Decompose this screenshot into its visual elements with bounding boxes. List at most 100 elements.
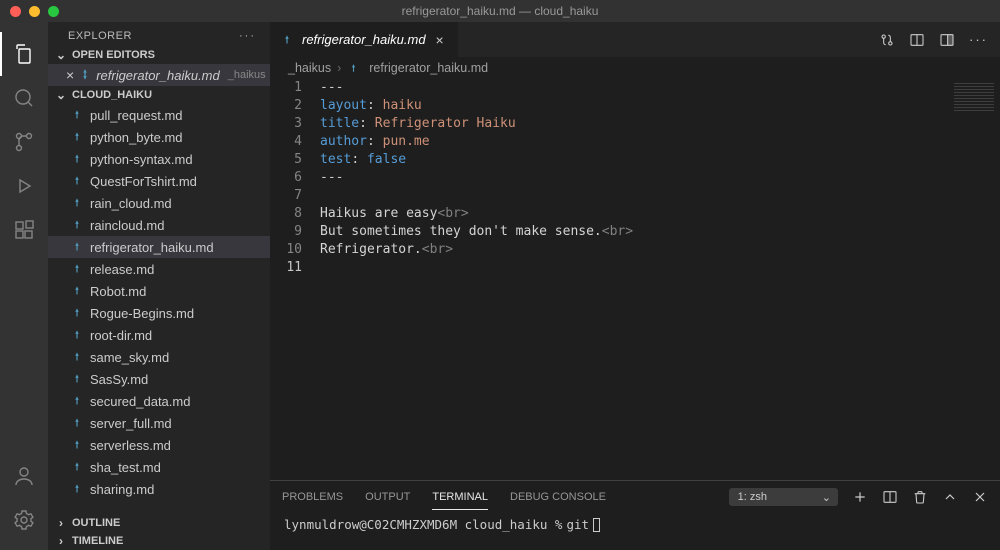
markdown-file-icon xyxy=(70,306,86,320)
folder-section[interactable]: ⌄ CLOUD_HAIKU xyxy=(48,86,270,104)
markdown-file-icon xyxy=(70,130,86,144)
markdown-file-icon xyxy=(70,372,86,386)
explorer-sidebar: EXPLORER ··· ⌄ OPEN EDITORS × refrigerat… xyxy=(48,22,270,550)
markdown-file-icon xyxy=(70,482,86,496)
terminal-body[interactable]: lynmuldrow@C02CMHZXMD6M cloud_haiku % gi… xyxy=(270,513,1000,536)
terminal-selector[interactable]: 1: zsh ⌄ xyxy=(729,488,838,506)
open-editors-label: OPEN EDITORS xyxy=(72,49,155,61)
chevron-right-icon: › xyxy=(54,516,68,530)
breadcrumb[interactable]: _haikus › refrigerator_haiku.md xyxy=(270,57,1000,79)
split-terminal-icon[interactable] xyxy=(882,489,898,505)
markdown-file-icon xyxy=(70,416,86,430)
close-panel-icon[interactable] xyxy=(972,489,988,505)
markdown-file-icon xyxy=(70,240,86,254)
file-item-label: Rogue-Begins.md xyxy=(90,306,194,321)
terminal-prompt: lynmuldrow@C02CMHZXMD6M cloud_haiku % xyxy=(284,517,562,532)
breadcrumb-folder[interactable]: _haikus xyxy=(288,61,331,75)
file-item-label: python-syntax.md xyxy=(90,152,193,167)
markdown-file-icon xyxy=(70,262,86,276)
editor-tab[interactable]: refrigerator_haiku.md × xyxy=(270,22,459,57)
file-item[interactable]: Rogue-Begins.md xyxy=(48,302,270,324)
debug-icon[interactable] xyxy=(0,164,48,208)
panel-tab-problems[interactable]: PROBLEMS xyxy=(282,485,343,509)
markdown-file-icon xyxy=(70,394,86,408)
file-item-label: sharing.md xyxy=(90,482,154,497)
file-item-label: serverless.md xyxy=(90,438,171,453)
compare-changes-icon[interactable] xyxy=(879,32,895,48)
file-item[interactable]: QuestForTshirt.md xyxy=(48,170,270,192)
file-item[interactable]: refrigerator_haiku.md xyxy=(48,236,270,258)
file-item[interactable]: sharing.md xyxy=(48,478,270,500)
file-item[interactable]: rain_cloud.md xyxy=(48,192,270,214)
file-item[interactable]: sha_test.md xyxy=(48,456,270,478)
code-content[interactable]: ---layout: haikutitle: Refrigerator Haik… xyxy=(320,79,1000,480)
terminal-selector-label: 1: zsh xyxy=(738,491,767,503)
bottom-panel: PROBLEMS OUTPUT TERMINAL DEBUG CONSOLE 1… xyxy=(270,480,1000,550)
editor-body[interactable]: 1234567891011 ---layout: haikutitle: Ref… xyxy=(270,79,1000,480)
markdown-file-icon xyxy=(70,350,86,364)
timeline-label: TIMELINE xyxy=(72,535,123,547)
panel-tab-debug-console[interactable]: DEBUG CONSOLE xyxy=(510,485,606,509)
more-actions-icon[interactable]: ··· xyxy=(969,32,988,47)
window-minimize-button[interactable] xyxy=(29,6,40,17)
titlebar: refrigerator_haiku.md — cloud_haiku xyxy=(0,0,1000,22)
close-icon[interactable]: × xyxy=(432,32,448,48)
extensions-icon[interactable] xyxy=(0,208,48,252)
file-item-label: rain_cloud.md xyxy=(90,196,172,211)
close-icon[interactable]: × xyxy=(66,67,74,83)
timeline-section[interactable]: › TIMELINE xyxy=(48,532,270,550)
settings-gear-icon[interactable] xyxy=(0,498,48,542)
file-item[interactable]: python_byte.md xyxy=(48,126,270,148)
file-item[interactable]: SasSy.md xyxy=(48,368,270,390)
kill-terminal-icon[interactable] xyxy=(912,489,928,505)
file-item-label: server_full.md xyxy=(90,416,172,431)
outline-label: OUTLINE xyxy=(72,517,120,529)
file-item[interactable]: serverless.md xyxy=(48,434,270,456)
window-zoom-button[interactable] xyxy=(48,6,59,17)
chevron-right-icon: › xyxy=(54,534,68,548)
file-item-label: refrigerator_haiku.md xyxy=(90,240,214,255)
window-close-button[interactable] xyxy=(10,6,21,17)
minimap[interactable] xyxy=(954,83,994,113)
file-item[interactable]: release.md xyxy=(48,258,270,280)
file-item-label: root-dir.md xyxy=(90,328,152,343)
file-item[interactable]: raincloud.md xyxy=(48,214,270,236)
markdown-file-icon xyxy=(70,328,86,342)
split-editor-icon[interactable] xyxy=(939,32,955,48)
breadcrumb-file[interactable]: refrigerator_haiku.md xyxy=(369,61,488,75)
explorer-icon[interactable] xyxy=(0,32,48,76)
open-editors-section[interactable]: ⌄ OPEN EDITORS xyxy=(48,46,270,64)
line-gutter: 1234567891011 xyxy=(270,79,320,480)
new-terminal-icon[interactable] xyxy=(852,489,868,505)
file-item[interactable]: secured_data.md xyxy=(48,390,270,412)
file-item-label: Robot.md xyxy=(90,284,146,299)
markdown-file-icon xyxy=(70,108,86,122)
file-item[interactable]: pull_request.md xyxy=(48,104,270,126)
file-item[interactable]: python-syntax.md xyxy=(48,148,270,170)
markdown-file-icon xyxy=(70,152,86,166)
file-item[interactable]: root-dir.md xyxy=(48,324,270,346)
file-item[interactable]: Robot.md xyxy=(48,280,270,302)
panel-tab-terminal[interactable]: TERMINAL xyxy=(432,485,488,510)
open-editor-item[interactable]: × refrigerator_haiku.md _haikus xyxy=(48,64,270,86)
panel-tab-output[interactable]: OUTPUT xyxy=(365,485,410,509)
search-icon[interactable] xyxy=(0,76,48,120)
file-item[interactable]: server_full.md xyxy=(48,412,270,434)
markdown-file-icon xyxy=(70,438,86,452)
maximize-panel-icon[interactable] xyxy=(942,489,958,505)
open-preview-icon[interactable] xyxy=(909,32,925,48)
terminal-cursor xyxy=(593,518,600,532)
editor-area: refrigerator_haiku.md × ··· _haikus › xyxy=(270,22,1000,550)
source-control-icon[interactable] xyxy=(0,120,48,164)
file-item[interactable]: same_sky.md xyxy=(48,346,270,368)
tab-filename: refrigerator_haiku.md xyxy=(302,32,426,47)
account-icon[interactable] xyxy=(0,454,48,498)
file-list: pull_request.mdpython_byte.md python-synt… xyxy=(48,104,270,514)
activity-bar xyxy=(0,22,48,550)
tab-bar: refrigerator_haiku.md × ··· xyxy=(270,22,1000,57)
file-item-label: release.md xyxy=(90,262,154,277)
outline-section[interactable]: › OUTLINE xyxy=(48,514,270,532)
file-item-label: secured_data.md xyxy=(90,394,190,409)
markdown-file-icon xyxy=(70,284,86,298)
explorer-more-icon[interactable]: ··· xyxy=(239,30,256,42)
